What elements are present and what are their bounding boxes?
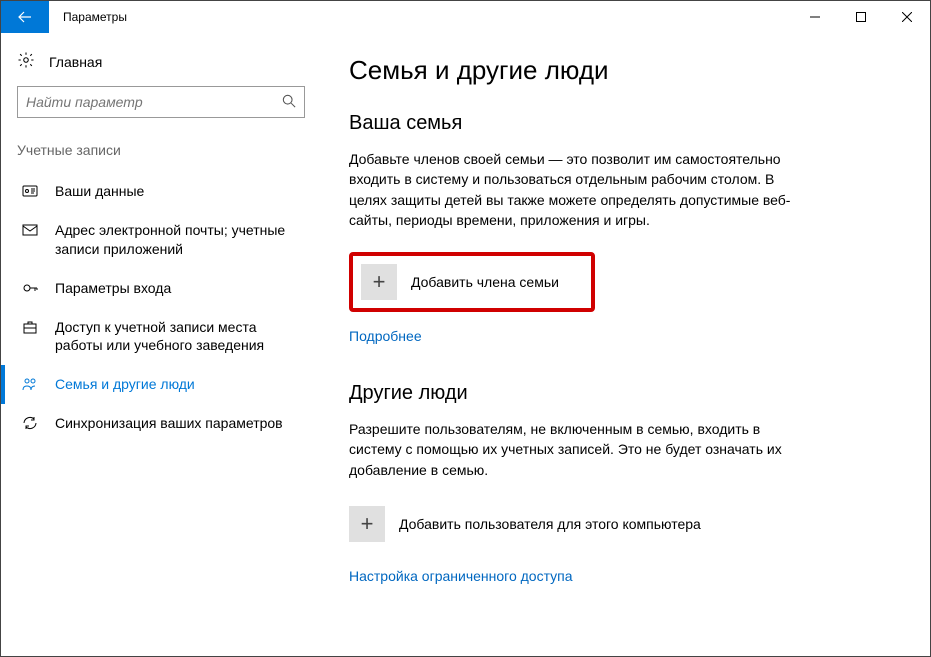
sync-icon — [21, 415, 39, 431]
back-button[interactable] — [1, 1, 49, 33]
nav-group-label: Учетные записи — [1, 136, 321, 172]
sidebar-item-sync[interactable]: Синхронизация ваших параметров — [1, 404, 321, 443]
maximize-icon — [856, 12, 866, 22]
add-family-member-button[interactable]: + Добавить члена семьи — [349, 252, 595, 312]
titlebar: Параметры — [1, 1, 930, 33]
id-card-icon — [21, 183, 39, 199]
search-input[interactable] — [26, 94, 282, 110]
close-button[interactable] — [884, 1, 930, 33]
family-heading: Ваша семья — [349, 112, 900, 135]
sidebar-item-label: Доступ к учетной записи места работы или… — [55, 318, 305, 356]
people-icon — [21, 376, 39, 392]
minimize-button[interactable] — [792, 1, 838, 33]
sidebar-item-label: Параметры входа — [55, 279, 171, 298]
restricted-access-link[interactable]: Настройка ограниченного доступа — [349, 568, 573, 584]
plus-icon: + — [349, 506, 385, 542]
add-other-label: Добавить пользователя для этого компьюте… — [399, 516, 701, 532]
window-title: Параметры — [49, 10, 792, 24]
sidebar-item-label: Синхронизация ваших параметров — [55, 414, 283, 433]
briefcase-icon — [21, 319, 39, 335]
sidebar-item-work-access[interactable]: Доступ к учетной записи места работы или… — [1, 308, 321, 366]
others-description: Разрешите пользователям, не включенным в… — [349, 419, 809, 480]
search-box[interactable] — [17, 86, 305, 118]
sidebar-item-family[interactable]: Семья и другие люди — [1, 365, 321, 404]
family-description: Добавьте членов своей семьи — это позвол… — [349, 149, 809, 230]
key-icon — [21, 280, 39, 296]
add-family-label: Добавить члена семьи — [411, 274, 559, 290]
learn-more-link[interactable]: Подробнее — [349, 328, 422, 344]
sidebar: Главная Учетные записи Ваши данные Адрес… — [1, 33, 321, 656]
close-icon — [902, 12, 912, 22]
others-heading: Другие люди — [349, 382, 900, 405]
home-label: Главная — [49, 54, 102, 70]
sidebar-item-email-accounts[interactable]: Адрес электронной почты; учетные записи … — [1, 211, 321, 269]
plus-icon: + — [361, 264, 397, 300]
maximize-button[interactable] — [838, 1, 884, 33]
page-title: Семья и другие люди — [349, 55, 900, 86]
home-nav[interactable]: Главная — [1, 45, 321, 86]
back-arrow-icon — [17, 9, 33, 25]
minimize-icon — [810, 12, 820, 22]
add-other-user-button[interactable]: + Добавить пользователя для этого компью… — [349, 502, 829, 546]
sidebar-item-signin-options[interactable]: Параметры входа — [1, 269, 321, 308]
mail-icon — [21, 222, 39, 238]
sidebar-item-label: Адрес электронной почты; учетные записи … — [55, 221, 305, 259]
sidebar-item-label: Семья и другие люди — [55, 375, 195, 394]
sidebar-item-your-info[interactable]: Ваши данные — [1, 172, 321, 211]
gear-icon — [17, 51, 35, 72]
content-area: Семья и другие люди Ваша семья Добавьте … — [321, 33, 930, 656]
search-icon — [282, 94, 296, 111]
window-controls — [792, 1, 930, 33]
sidebar-item-label: Ваши данные — [55, 182, 144, 201]
